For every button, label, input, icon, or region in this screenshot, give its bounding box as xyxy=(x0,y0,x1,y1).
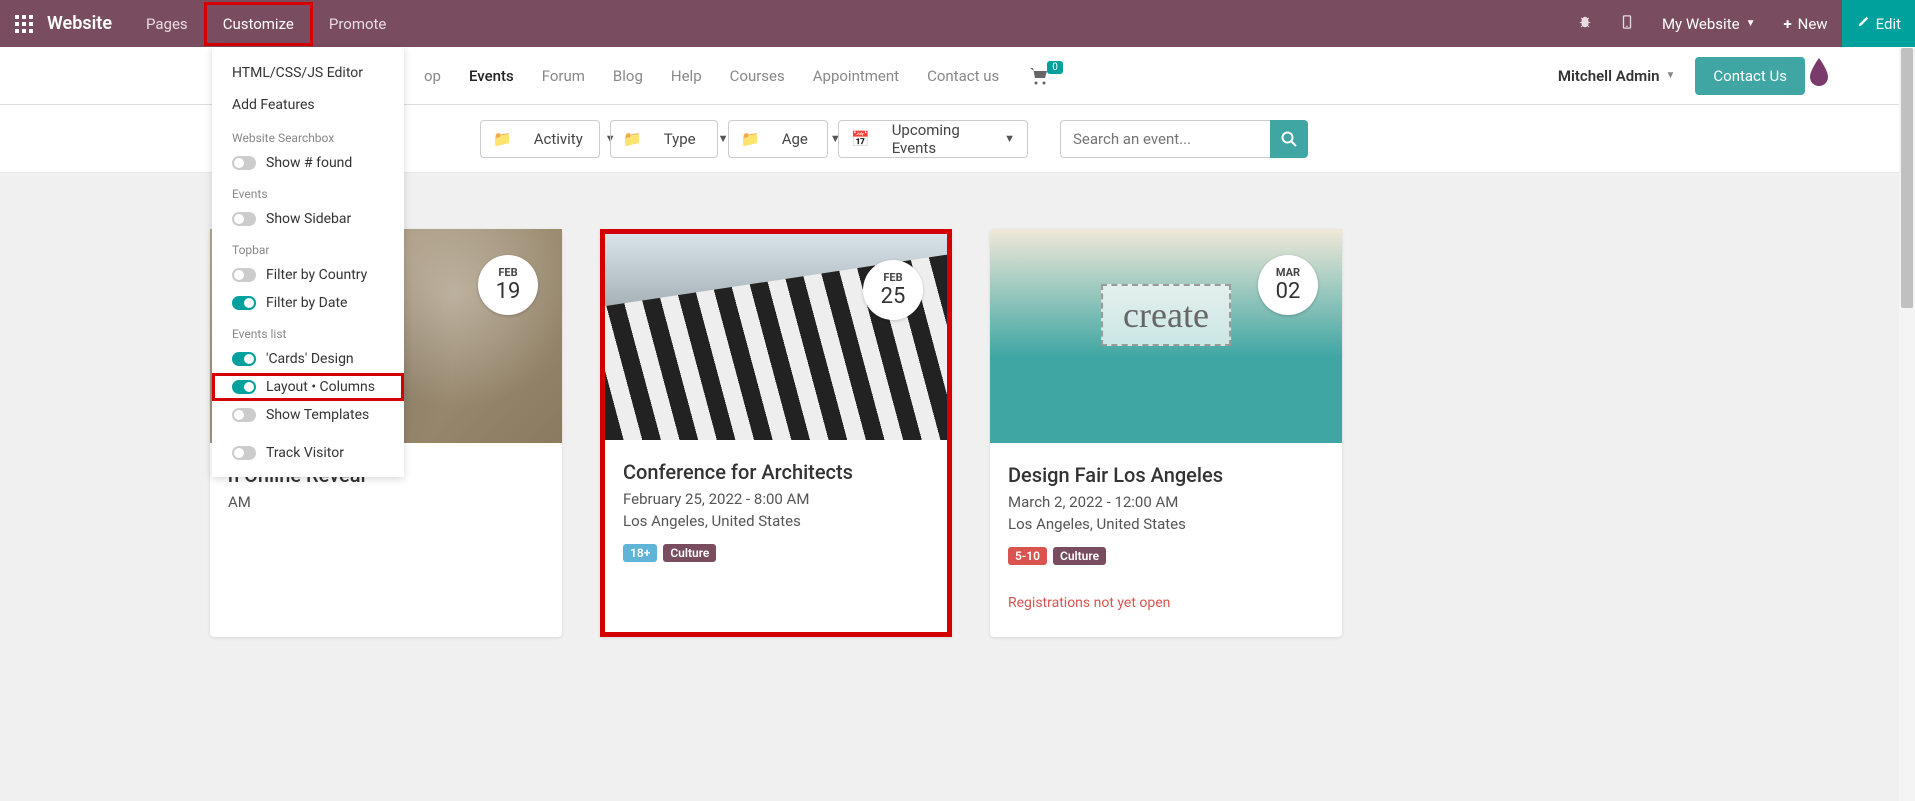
dd-add-features[interactable]: Add Features xyxy=(212,89,404,121)
toggle-layout-columns[interactable]: Layout • Columns xyxy=(212,373,404,401)
brand[interactable]: Website xyxy=(47,13,130,34)
filter-activity[interactable]: 📁Activity▼ xyxy=(480,120,600,158)
mobile-icon[interactable] xyxy=(1606,0,1648,47)
registration-note: Registrations not yet open xyxy=(1008,595,1324,611)
filter-upcoming[interactable]: 📅Upcoming Events▼ xyxy=(838,120,1028,158)
bug-icon[interactable] xyxy=(1564,0,1606,47)
customize-dropdown: HTML/CSS/JS Editor Add Features Website … xyxy=(212,47,404,477)
edit-button[interactable]: Edit xyxy=(1842,0,1915,47)
search-button[interactable] xyxy=(1270,120,1308,158)
date-badge: FEB 19 xyxy=(478,255,538,315)
date-badge: MAR 02 xyxy=(1258,255,1318,315)
top-bar: Website Pages Customize Promote My Websi… xyxy=(0,0,1915,47)
event-image: MAR 02 xyxy=(990,229,1342,443)
contact-us-button[interactable]: Contact Us xyxy=(1695,57,1805,95)
dd-html-editor[interactable]: HTML/CSS/JS Editor xyxy=(212,57,404,89)
nav-courses[interactable]: Courses xyxy=(716,67,799,85)
event-datetime: March 2, 2022 - 12:00 AM xyxy=(1008,493,1324,511)
toggle-show-templates[interactable]: Show Templates xyxy=(212,401,404,429)
dd-section-events-list: Events list xyxy=(212,317,404,345)
search-input[interactable] xyxy=(1060,120,1270,158)
event-datetime: February 25, 2022 - 8:00 AM xyxy=(623,490,929,508)
event-location: Los Angeles, United States xyxy=(623,512,929,530)
nav-help[interactable]: Help xyxy=(657,67,716,85)
menu-customize[interactable]: Customize xyxy=(204,2,313,46)
nav-events[interactable]: Events xyxy=(455,67,528,85)
filter-age[interactable]: 📁Age▼ xyxy=(728,120,828,158)
date-badge: FEB 25 xyxy=(863,260,923,320)
scrollbar[interactable] xyxy=(1899,48,1915,801)
dd-section-searchbox: Website Searchbox xyxy=(212,121,404,149)
event-datetime: AM xyxy=(228,493,544,511)
toggle-filter-country[interactable]: Filter by Country xyxy=(212,261,404,289)
toggle-filter-date[interactable]: Filter by Date xyxy=(212,289,404,317)
nav-shop[interactable]: op xyxy=(410,67,455,85)
apps-icon[interactable] xyxy=(0,15,47,33)
toggle-show-sidebar[interactable]: Show Sidebar xyxy=(212,205,404,233)
toggle-cards-design[interactable]: 'Cards' Design xyxy=(212,345,404,373)
menu-pages[interactable]: Pages xyxy=(130,2,204,46)
event-card[interactable]: MAR 02 Design Fair Los Angeles March 2, … xyxy=(990,229,1342,637)
menu-promote[interactable]: Promote xyxy=(313,2,403,46)
cart-badge: 0 xyxy=(1047,61,1063,74)
dd-section-events: Events xyxy=(212,177,404,205)
nav-contact[interactable]: Contact us xyxy=(913,67,1013,85)
cart-button[interactable]: 0 xyxy=(1029,67,1065,85)
nav-forum[interactable]: Forum xyxy=(528,67,599,85)
tag-category: Culture xyxy=(663,544,716,562)
event-location: Los Angeles, United States xyxy=(1008,515,1324,533)
admin-dropdown[interactable]: Mitchell Admin▼ xyxy=(1558,67,1676,85)
toggle-track-visitor[interactable]: Track Visitor xyxy=(212,439,404,467)
my-website-dropdown[interactable]: My Website▼ xyxy=(1648,0,1770,47)
filter-type[interactable]: 📁Type▼ xyxy=(610,120,718,158)
tag-age: 5-10 xyxy=(1008,547,1047,565)
event-title: Design Fair Los Angeles xyxy=(1008,463,1324,487)
nav-blog[interactable]: Blog xyxy=(599,67,657,85)
drop-icon xyxy=(1808,58,1830,92)
nav-appointment[interactable]: Appointment xyxy=(799,67,913,85)
event-title: Conference for Architects xyxy=(623,460,929,484)
event-image: FEB 25 xyxy=(605,234,947,440)
new-button[interactable]: +New xyxy=(1769,0,1841,47)
tag-category: Culture xyxy=(1053,547,1106,565)
event-card[interactable]: FEB 25 Conference for Architects Februar… xyxy=(600,229,952,637)
tag-age: 18+ xyxy=(623,544,657,562)
dd-section-topbar: Topbar xyxy=(212,233,404,261)
toggle-show-found[interactable]: Show # found xyxy=(212,149,404,177)
